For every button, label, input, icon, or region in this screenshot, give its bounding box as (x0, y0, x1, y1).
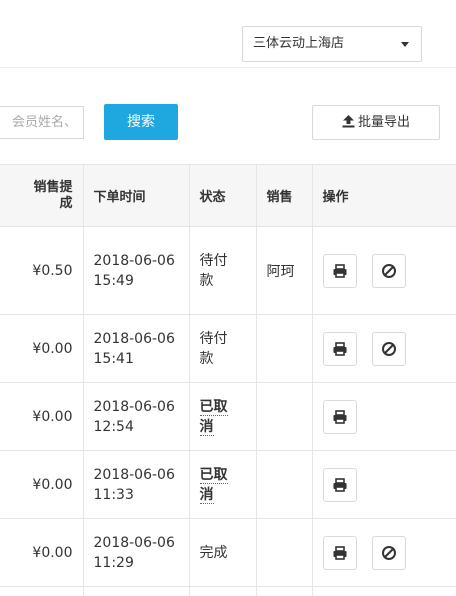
orders-table: 销售提成 下单时间 状态 销售 操作 ¥0.50 2018-06-06 15:49 待… (0, 164, 456, 596)
order-date: 2018-06-06 (93, 466, 175, 483)
table-row: ¥0.00 2018-06-06 11:29 完成 (0, 518, 456, 587)
actions-cell (311, 226, 456, 315)
order-clock: 15:49 (93, 272, 134, 289)
order-date: 2018-06-06 (93, 330, 175, 347)
table-row: ¥0.00 2018-06-06 12:54 已取消 (0, 382, 456, 451)
commission-cell: ¥0.00 (0, 314, 83, 383)
column-header-status: 状态 (188, 164, 256, 227)
order-date: 2018-06-06 (93, 398, 175, 415)
print-button[interactable] (322, 535, 357, 570)
status-cell: 待付款 (188, 226, 256, 315)
order-date: 2018-06-06 (93, 252, 175, 269)
order-time-cell: 2018-06-06 12:54 (82, 382, 189, 451)
order-date: 2018-06-06 (93, 534, 175, 551)
order-time-cell: 2018-06-06 15:41 (82, 314, 189, 383)
status-line-2: 款 (199, 350, 214, 367)
actions-cell (311, 518, 456, 587)
upload-icon (342, 115, 355, 128)
print-button[interactable] (322, 467, 357, 502)
search-button[interactable]: 搜索 (104, 104, 178, 140)
commission-cell: ¥0.50 (0, 226, 83, 315)
sales-cell: 阿珂 (255, 226, 312, 315)
store-select[interactable]: 三体云动上海店 (242, 26, 422, 62)
print-button[interactable] (322, 253, 357, 288)
column-header-order-time: 下单时间 (82, 164, 189, 227)
actions-cell (311, 450, 456, 519)
status-line-1: 已取 (199, 466, 228, 484)
commission-cell: ¥0.00 (0, 382, 83, 451)
order-clock: 11:33 (93, 486, 134, 503)
actions-cell (311, 314, 456, 383)
batch-export-label: 批量导出 (357, 115, 410, 130)
sales-cell (255, 382, 312, 451)
caret-down-icon (401, 42, 409, 47)
table-row: ¥0.50 2018-06-06 15:49 待付款阿珂 (0, 226, 456, 315)
sales-cell (255, 314, 312, 383)
status-cell: 完成 (188, 518, 256, 587)
search-input[interactable]: 、会员姓名 (0, 106, 84, 139)
order-clock: 15:41 (93, 350, 134, 367)
column-header-actions: 操作 (311, 164, 456, 227)
status-line-1: 完成 (199, 544, 228, 561)
table-row: ¥0.00 2018-06-06 11:33 已取消 (0, 450, 456, 519)
table-row-partial (0, 586, 456, 596)
column-header-commission: 销售提成 (0, 164, 83, 227)
order-clock: 12:54 (93, 418, 134, 435)
sales-cell (255, 450, 312, 519)
print-button[interactable] (322, 331, 357, 366)
status-cell: 已取消 (188, 382, 256, 451)
order-clock: 11:29 (93, 554, 134, 571)
cancel-order-button[interactable] (371, 253, 406, 288)
status-line-1: 已取 (199, 398, 228, 416)
order-time-cell: 2018-06-06 15:49 (82, 226, 189, 315)
search-input-placeholder: 、会员姓名 (11, 115, 77, 130)
table-row: ¥0.00 2018-06-06 15:41 待付款 (0, 314, 456, 383)
actions-cell (311, 382, 456, 451)
commission-cell: ¥0.00 (0, 518, 83, 587)
status-line-1: 待付 (199, 330, 228, 347)
order-time-cell: 2018-06-06 11:29 (82, 518, 189, 587)
status-line-2: 消 (199, 418, 214, 436)
status-line-2: 款 (199, 272, 214, 289)
divider (0, 67, 456, 68)
status-cell: 待付款 (188, 314, 256, 383)
print-button[interactable] (322, 399, 357, 434)
cancel-order-button[interactable] (371, 535, 406, 570)
status-line-1: 待付 (199, 252, 228, 269)
commission-cell: ¥0.00 (0, 450, 83, 519)
sales-cell (255, 518, 312, 587)
status-line-2: 消 (199, 486, 214, 504)
column-header-sales: 销售 (255, 164, 312, 227)
batch-export-button[interactable]: 批量导出 (312, 105, 440, 140)
status-cell: 已取消 (188, 450, 256, 519)
order-time-cell: 2018-06-06 11:33 (82, 450, 189, 519)
store-select-value: 三体云动上海店 (253, 36, 345, 51)
table-header-row: 销售提成 下单时间 状态 销售 操作 (0, 164, 456, 227)
cancel-order-button[interactable] (371, 331, 406, 366)
